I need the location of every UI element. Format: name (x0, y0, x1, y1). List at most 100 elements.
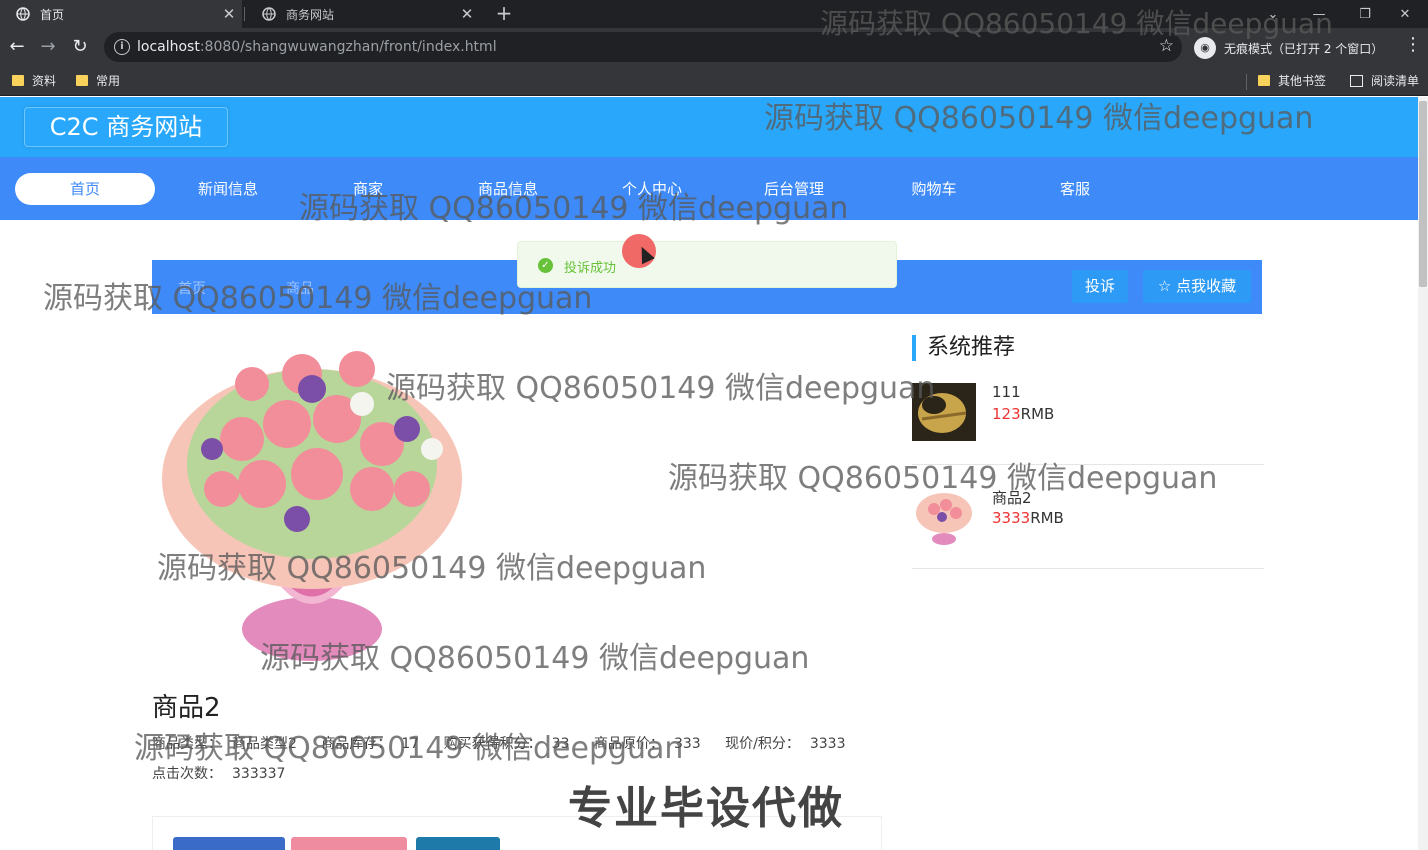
browser-tabstrip: 首页 ✕ 商务网站 ✕ + ⌄ — ❐ ✕ (0, 0, 1428, 28)
recommend-item-price: 123RMB (992, 405, 1054, 423)
bookmark-label: 资料 (32, 74, 57, 88)
product-title: 商品2 (152, 693, 221, 723)
recommend-thumbnail[interactable] (912, 383, 976, 441)
tab-title: 首页 (40, 7, 65, 22)
recommend-thumbnail[interactable] (912, 487, 976, 545)
meta-value: 17 (401, 736, 420, 752)
reading-list-icon (1350, 74, 1363, 87)
meta-label: 商品原价： (593, 736, 664, 752)
scrollbar-thumb[interactable] (1419, 101, 1427, 287)
meta-label: 现价/积分： (725, 736, 800, 752)
meta-label: 商品类型： (152, 736, 222, 752)
nav-item-admin[interactable]: 后台管理 (724, 173, 864, 205)
meta-current-price: 现价/积分： 3333 (725, 736, 855, 752)
back-arrow-icon[interactable]: ← (5, 35, 29, 59)
main-nav: 首页 新闻信息 商家 商品信息 个人中心 后台管理 购物车 客服 (0, 157, 1418, 220)
nav-item-home[interactable]: 首页 (15, 173, 155, 205)
nav-item-profile[interactable]: 个人中心 (582, 173, 722, 205)
meta-original-price: 商品原价： 333 (594, 736, 711, 752)
tab-home[interactable]: 首页 ✕ (0, 0, 242, 28)
globe-icon (262, 7, 276, 21)
meta-points: 购买获得积分： 33 (444, 736, 580, 752)
product-meta: 商品类型： 商品类型2 商品库存： 17 购买获得积分： 33 商品原价： 333 现价… (152, 733, 865, 753)
meta-value: 333 (673, 736, 701, 752)
bookmarks-divider (1246, 74, 1247, 90)
folder-icon (1258, 75, 1270, 86)
site-header: C2C 商务网站 (0, 97, 1418, 157)
price-unit: RMB (1020, 405, 1055, 423)
close-icon[interactable]: ✕ (454, 5, 480, 23)
check-circle-icon: ✓ (538, 258, 553, 273)
site-logo[interactable]: C2C 商务网站 (24, 107, 228, 147)
breadcrumb-home[interactable]: 首页 (178, 278, 206, 298)
recommend-panel: 系统推荐 111 123RMB 商品2 3333RMB (912, 335, 1264, 569)
nav-item-service[interactable]: 客服 (1005, 173, 1145, 205)
forward-arrow-icon[interactable]: → (36, 35, 60, 59)
toast-message: 投诉成功 (564, 261, 617, 276)
nav-item-cart[interactable]: 购物车 (864, 173, 1004, 205)
tab-search-icon[interactable]: ⌄ (1250, 0, 1296, 28)
meta-value: 33 (551, 736, 570, 752)
close-icon[interactable]: ✕ (216, 5, 242, 23)
other-bookmarks-label: 其他书签 (1278, 74, 1327, 88)
folder-icon (76, 75, 88, 86)
nav-item-products[interactable]: 商品信息 (438, 173, 578, 205)
recommend-item[interactable]: 商品2 3333RMB (912, 465, 1264, 569)
minimize-button[interactable]: — (1296, 0, 1342, 28)
bookmark-star-icon[interactable]: ☆ (1159, 36, 1174, 56)
price-value: 3333 (992, 509, 1031, 527)
breadcrumb-current[interactable]: 商品 (286, 278, 314, 298)
url-host: localhost (137, 39, 200, 55)
share-button[interactable] (291, 837, 407, 850)
meta-stock: 商品库存： 17 (321, 736, 429, 752)
bookmarks-bar: 资料 常用 其他书签 阅读清单 (0, 66, 1428, 96)
nav-item-news[interactable]: 新闻信息 (158, 173, 298, 205)
page-viewport: C2C 商务网站 首页 新闻信息 商家 商品信息 个人中心 后台管理 购物车 客… (0, 97, 1418, 850)
reading-list[interactable]: 阅读清单 (1350, 72, 1419, 89)
tab-business-site[interactable]: 商务网站 ✕ (246, 0, 480, 28)
recommend-title: 系统推荐 (912, 335, 1264, 361)
incognito-label: 无痕模式（已打开 2 个窗口） (1224, 41, 1384, 56)
price-value: 123 (992, 405, 1021, 423)
browser-toolbar: ← → ↻ i localhost:8080/shangwuwangzhan/f… (0, 28, 1428, 66)
tab-title: 商务网站 (286, 7, 335, 22)
incognito-icon: ◉ (1194, 37, 1216, 59)
share-button[interactable] (173, 837, 285, 850)
reading-list-label: 阅读清单 (1371, 74, 1420, 88)
recommend-item[interactable]: 111 123RMB (912, 361, 1264, 465)
recommend-item-name[interactable]: 111 (992, 383, 1021, 401)
meta-type: 商品类型： 商品类型2 (152, 736, 307, 752)
clicks-value: 333337 (232, 766, 286, 782)
product-clicks: 点击次数： 333337 (152, 763, 295, 783)
recommend-item-name[interactable]: 商品2 (992, 487, 1032, 508)
meta-label: 商品库存： (321, 736, 392, 752)
url-path: :8080/shangwuwangzhan/front/index.html (199, 39, 497, 55)
folder-icon (12, 75, 24, 86)
promo-watermark: 专业毕设代做 (568, 783, 844, 834)
complain-button[interactable]: 投诉 (1072, 270, 1128, 303)
new-tab-button[interactable]: + (492, 2, 516, 26)
more-menu-icon[interactable]: ⋮ (1404, 34, 1422, 55)
nav-item-merchant[interactable]: 商家 (298, 173, 438, 205)
favorite-button[interactable]: ☆ 点我收藏 (1143, 270, 1251, 303)
reload-icon[interactable]: ↻ (68, 35, 92, 59)
product-image[interactable] (152, 329, 482, 664)
close-window-button[interactable]: ✕ (1382, 0, 1428, 28)
info-icon[interactable]: i (114, 39, 130, 55)
success-toast: ✓ 投诉成功 (517, 241, 897, 288)
incognito-indicator[interactable]: ◉ 无痕模式（已打开 2 个窗口） (1194, 36, 1383, 60)
bookmark-folder-changyong[interactable]: 常用 (76, 72, 120, 89)
price-unit: RMB (1030, 509, 1064, 527)
meta-value: 3333 (809, 736, 846, 752)
clicks-label: 点击次数： (152, 766, 222, 782)
share-button[interactable] (416, 837, 500, 850)
page-scrollbar[interactable] (1418, 97, 1428, 850)
address-bar[interactable]: i localhost:8080/shangwuwangzhan/front/i… (104, 32, 1182, 62)
meta-value: 商品类型2 (232, 736, 297, 752)
other-bookmarks[interactable]: 其他书签 (1258, 72, 1326, 89)
recommend-item-price: 3333RMB (992, 509, 1064, 527)
url-text[interactable]: localhost:8080/shangwuwangzhan/front/ind… (137, 39, 497, 55)
bookmark-folder-ziliao[interactable]: 资料 (12, 72, 56, 89)
globe-icon (16, 7, 30, 21)
bookmark-label: 常用 (96, 74, 121, 88)
